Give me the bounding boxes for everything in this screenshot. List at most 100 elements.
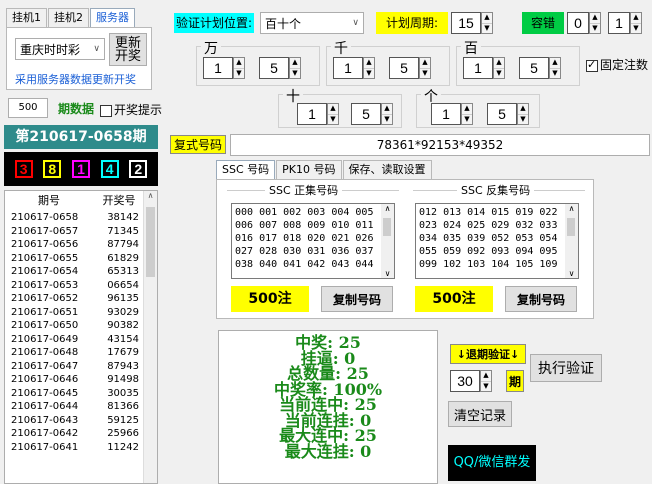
qian-a-stepper[interactable]: 1 ▲ ▼ (333, 57, 375, 79)
tab-hang1[interactable]: 挂机1 (6, 8, 47, 27)
shi-b-stepper[interactable]: 5 ▲ ▼ (351, 103, 393, 125)
bai-a-stepper[interactable]: 1 ▲ ▼ (463, 57, 505, 79)
table-row[interactable]: 210617-0650 90382 (5, 319, 157, 333)
row-number: 65313 (107, 266, 139, 277)
checkbox-icon (100, 104, 112, 117)
table-row[interactable]: 210617-0652 96135 (5, 292, 157, 306)
tab-server[interactable]: 服务器 (90, 8, 135, 27)
period-count-input[interactable]: 500 (8, 98, 48, 118)
wan-b-stepper[interactable]: 5 ▲ ▼ (259, 57, 301, 79)
down-arrow-icon: ▼ (633, 23, 639, 32)
table-row[interactable]: 210617-0658 38142 (5, 211, 157, 225)
ge-b-stepper[interactable]: 5 ▲ ▼ (487, 103, 529, 125)
table-row[interactable]: 210617-0654 65313 (5, 265, 157, 279)
wan-b-value[interactable]: 5 (259, 57, 289, 79)
row-period: 210617-0655 (11, 252, 79, 264)
ball-1: 3 (14, 160, 33, 178)
back-period-stepper[interactable]: 30 ▲ ▼ (450, 370, 492, 392)
bai-b-stepper[interactable]: 5 ▲ ▼ (519, 57, 561, 79)
back-period-value[interactable]: 30 (450, 370, 480, 392)
notify-label: 开奖提示 (114, 103, 163, 117)
qq-wechat-button[interactable]: QQ/微信群发 (448, 445, 536, 481)
tab-save-load[interactable]: 保存、读取设置 (342, 160, 432, 179)
scroll-thumb[interactable] (146, 207, 155, 277)
table-row[interactable]: 210617-0655 61829 (5, 252, 157, 266)
row-period: 210617-0658 (11, 212, 79, 223)
digit-label-wan: 万 (201, 38, 221, 58)
negative-count: 500注 (415, 286, 493, 312)
table-row[interactable]: 210617-0641 11242 (5, 441, 157, 455)
copy-positive-button[interactable]: 复制号码 (321, 286, 393, 312)
table-row[interactable]: 210617-0643 59125 (5, 414, 157, 428)
down-arrow-icon: ▼ (366, 68, 372, 77)
code-panel: SSC 正集号码 000 001 002 003 004 005 006 007… (216, 179, 594, 319)
execute-verify-button[interactable]: 执行验证 (530, 354, 602, 382)
position-select[interactable]: 百十个 ∨ (260, 12, 364, 34)
back-verify-label: ↓退期验证↓ (450, 344, 526, 364)
row-period: 210617-0646 (11, 374, 79, 385)
shi-a-value[interactable]: 1 (297, 103, 327, 125)
positive-set-textarea[interactable]: 000 001 002 003 004 005 006 007 008 009 … (231, 203, 395, 279)
tolerance-label: 容错 (522, 12, 564, 34)
qian-b-value[interactable]: 5 (389, 57, 419, 79)
down-arrow-icon: ▼ (464, 114, 470, 123)
table-row[interactable]: 210617-0657 71345 (5, 225, 157, 239)
ge-b-value[interactable]: 5 (487, 103, 517, 125)
shi-a-stepper[interactable]: 1 ▲ ▼ (297, 103, 339, 125)
tab-ssc[interactable]: SSC 号码 (216, 160, 276, 179)
tolerance-stepper-1[interactable]: 0 ▲ ▼ (567, 12, 601, 34)
tab-pk10[interactable]: PK10 号码 (276, 160, 342, 179)
wan-a-stepper[interactable]: 1 ▲ ▼ (203, 57, 245, 79)
ball-4: 4 (100, 160, 119, 178)
ge-a-value[interactable]: 1 (431, 103, 461, 125)
row-number: 38142 (107, 212, 139, 223)
up-arrow-icon: ▲ (382, 104, 392, 115)
positive-scrollbar[interactable]: ∧ ∨ (381, 204, 394, 278)
tolerance-value-2[interactable]: 1 (608, 12, 630, 34)
lottery-select[interactable]: 重庆时时彩 ∨ (15, 38, 105, 60)
table-row[interactable]: 210617-0646 91498 (5, 373, 157, 387)
up-arrow-icon: ▲ (420, 58, 430, 69)
negative-set-textarea[interactable]: 012 013 014 015 019 022 023 024 025 029 … (415, 203, 579, 279)
row-number: 25966 (107, 428, 139, 439)
notify-checkbox[interactable]: 开奖提示 (100, 101, 162, 118)
table-row[interactable]: 210617-0656 87794 (5, 238, 157, 252)
history-list[interactable]: 期号 开奖号 210617-0658 38142 210617-0657 71345 2… (4, 190, 158, 484)
tolerance-value-1[interactable]: 0 (567, 12, 589, 34)
digit-group-bai: 百 1 ▲ ▼ 5 ▲ ▼ (456, 38, 580, 86)
wan-a-value[interactable]: 1 (203, 57, 233, 79)
scroll-up-icon[interactable]: ∧ (144, 191, 157, 200)
table-row[interactable]: 210617-0649 43154 (5, 333, 157, 347)
table-row[interactable]: 210617-0648 17679 (5, 346, 157, 360)
cycle-stepper[interactable]: 15 ▲ ▼ (451, 12, 493, 34)
table-row[interactable]: 210617-0653 06654 (5, 279, 157, 293)
table-row[interactable]: 210617-0645 30035 (5, 387, 157, 401)
update-button[interactable]: 更新开奖 (109, 33, 147, 66)
row-number: 17679 (107, 347, 139, 358)
shi-b-value[interactable]: 5 (351, 103, 381, 125)
period-data-label: 期数据 (58, 102, 95, 116)
digit-label-qian: 千 (331, 38, 351, 58)
down-arrow-icon: ▼ (496, 68, 502, 77)
table-row[interactable]: 210617-0642 25966 (5, 427, 157, 441)
ge-a-stepper[interactable]: 1 ▲ ▼ (431, 103, 473, 125)
clear-records-button[interactable]: 清空记录 (448, 401, 512, 427)
tolerance-stepper-2[interactable]: 1 ▲ ▼ (608, 12, 642, 34)
table-row[interactable]: 210617-0647 87943 (5, 360, 157, 374)
negative-scrollbar[interactable]: ∧ ∨ (565, 204, 578, 278)
history-scrollbar[interactable]: ∧ (143, 191, 157, 483)
down-arrow-icon: ▼ (236, 68, 242, 77)
bai-a-value[interactable]: 1 (463, 57, 493, 79)
positive-set-codes: 000 001 002 003 004 005 006 007 008 009 … (235, 207, 374, 270)
table-row[interactable]: 210617-0651 93029 (5, 306, 157, 320)
table-row[interactable]: 210617-0644 81366 (5, 400, 157, 414)
qian-a-value[interactable]: 1 (333, 57, 363, 79)
tab-hang2[interactable]: 挂机2 (48, 8, 89, 27)
cycle-value[interactable]: 15 (451, 12, 481, 34)
bai-b-value[interactable]: 5 (519, 57, 549, 79)
scroll-thumb (567, 218, 575, 236)
qian-b-stepper[interactable]: 5 ▲ ▼ (389, 57, 431, 79)
fixed-count-checkbox[interactable]: 固定注数 (586, 56, 648, 73)
compound-value[interactable]: 78361*92153*49352 (230, 134, 650, 156)
copy-negative-button[interactable]: 复制号码 (505, 286, 577, 312)
